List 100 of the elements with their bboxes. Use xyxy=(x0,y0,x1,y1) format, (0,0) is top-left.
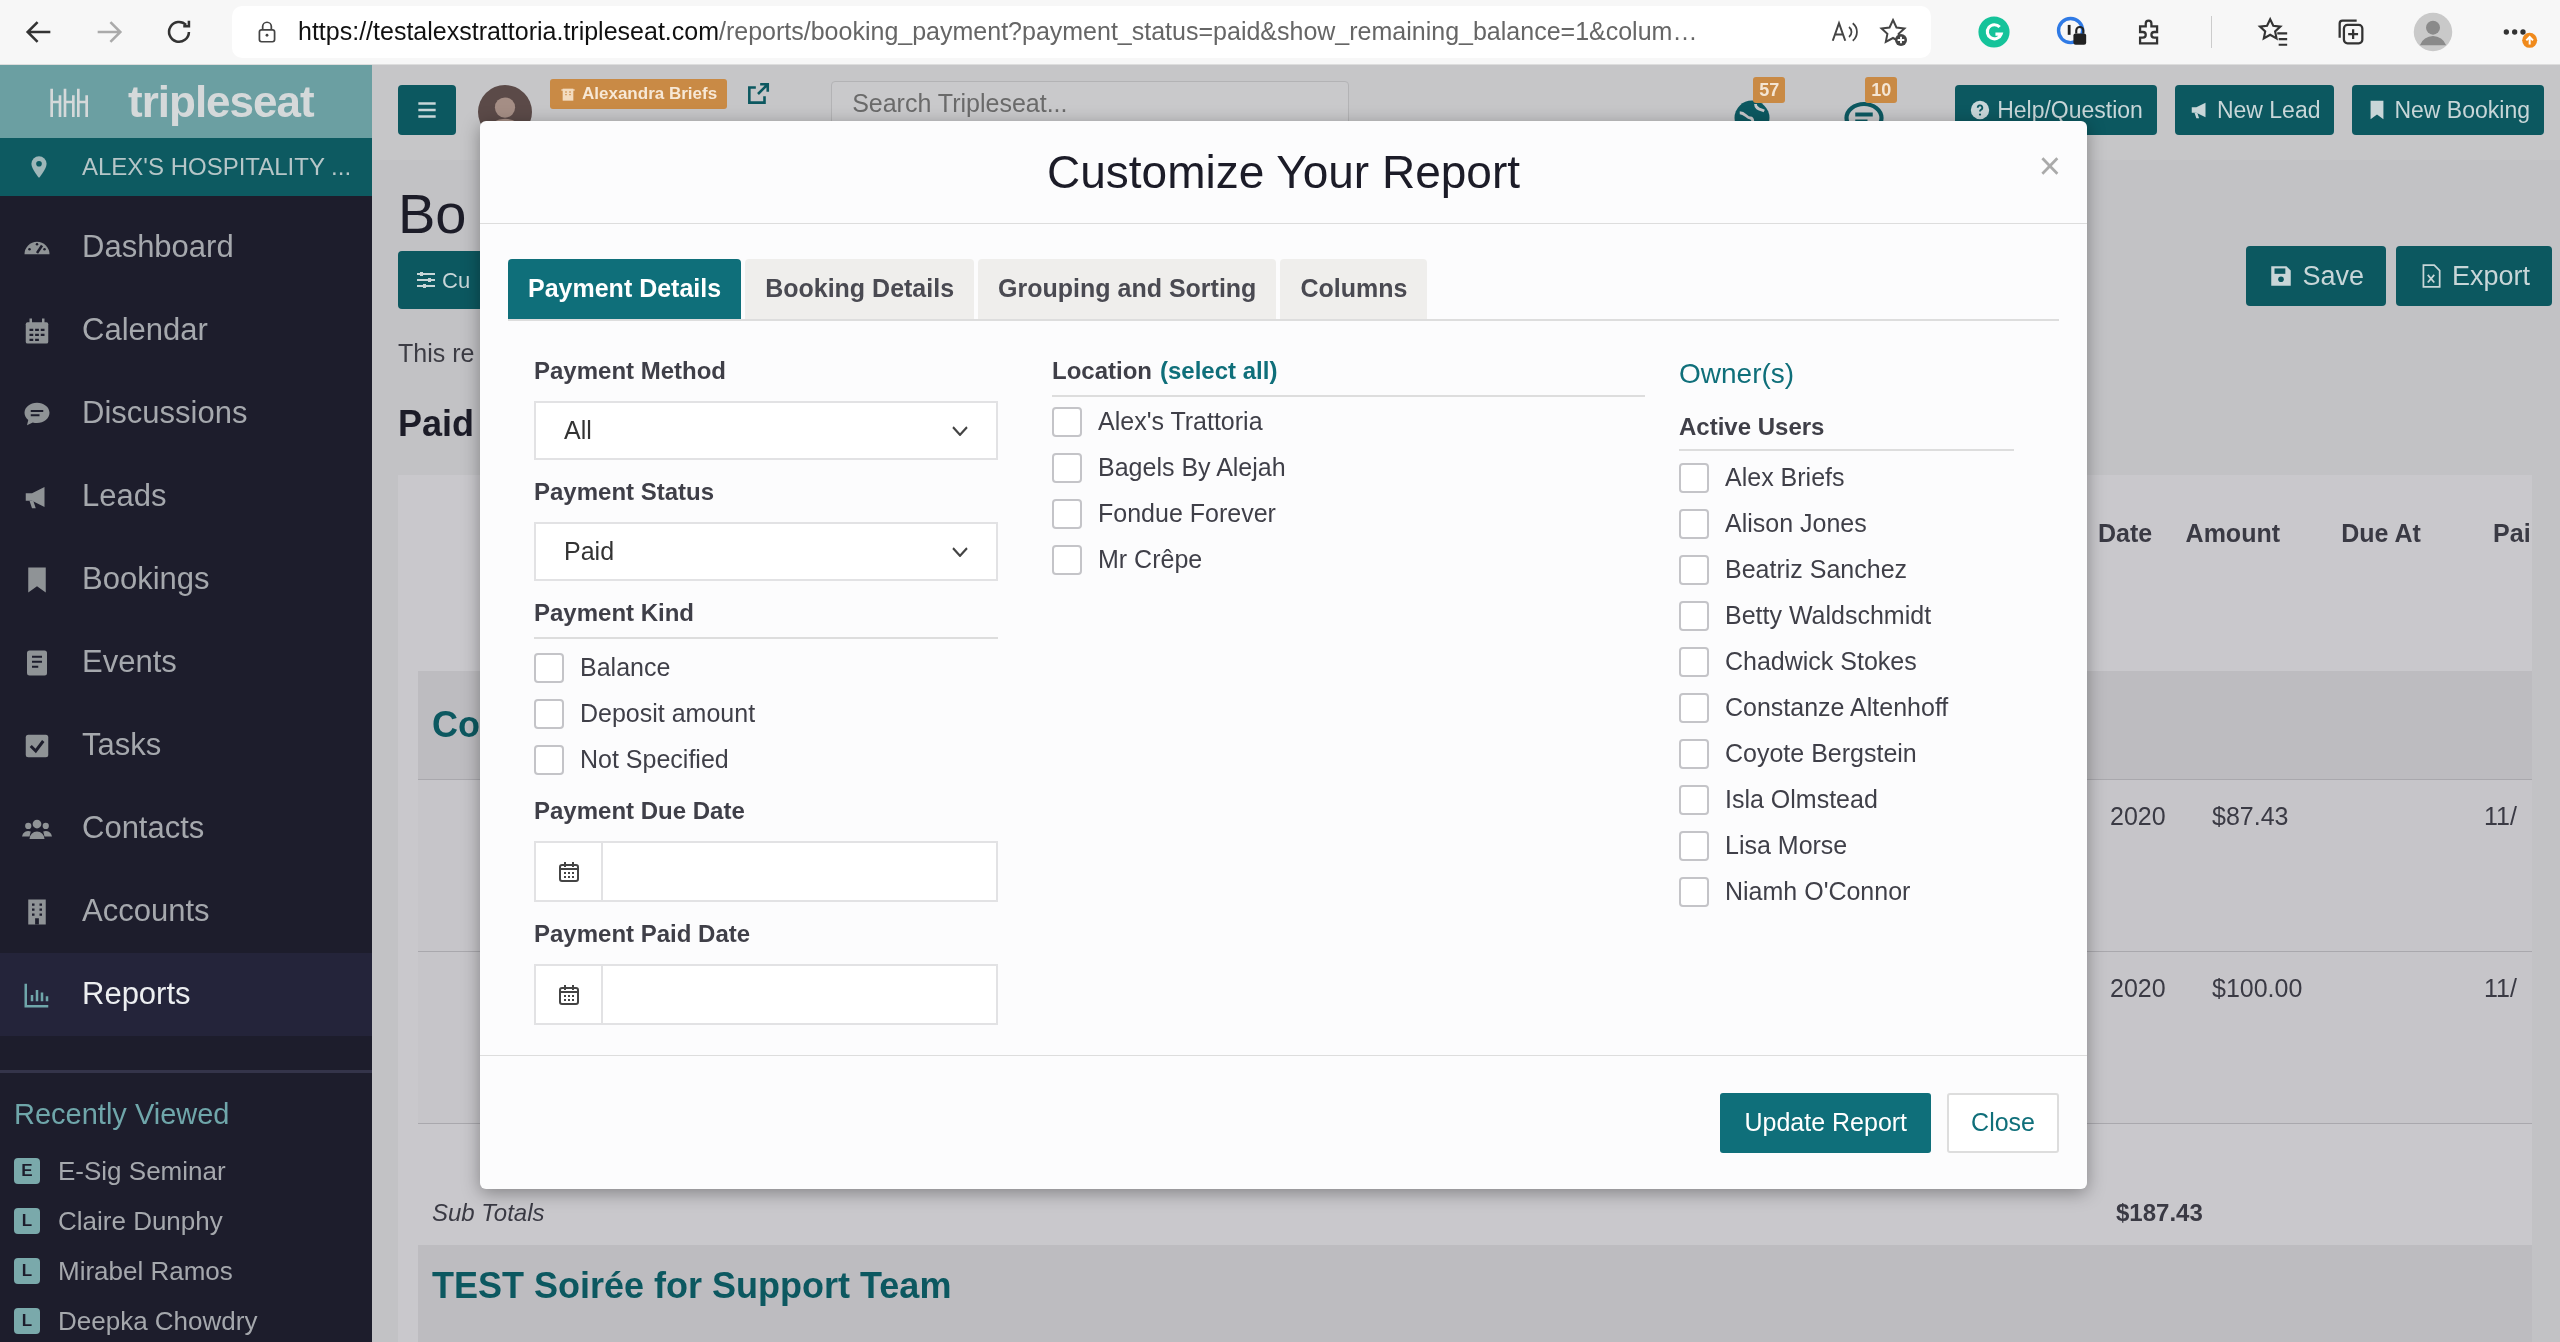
checkbox[interactable] xyxy=(1679,601,1709,631)
recent-link[interactable]: Deepka Chowdry xyxy=(58,1301,258,1341)
checkbox[interactable] xyxy=(1052,453,1082,483)
checkbox-label: Lisa Morse xyxy=(1725,830,1848,862)
type-badge: E xyxy=(14,1158,40,1184)
checkbox-label: Isla Olmstead xyxy=(1725,784,1878,816)
subtotal-amount: $187.43 xyxy=(2116,1197,2203,1228)
checkbox-label: Niamh O'Connor xyxy=(1725,876,1911,908)
favorite-add-icon[interactable] xyxy=(1877,16,1909,48)
checkbox[interactable] xyxy=(1679,831,1709,861)
checkbox-label: Chadwick Stokes xyxy=(1725,646,1917,678)
table-cell-text: 2020 xyxy=(2110,800,2167,832)
checkbox[interactable] xyxy=(534,699,564,729)
checkbox-label: Mr Crêpe xyxy=(1098,544,1203,576)
checkbox-label: Constanze Altenhoff xyxy=(1725,692,1949,724)
count-badge: 57 xyxy=(1753,77,1786,103)
checkbox[interactable] xyxy=(1679,463,1709,493)
checkbox-label: Deposit amount xyxy=(580,698,756,730)
column-header: Due At xyxy=(2341,517,2422,549)
checkbox-label: Betty Waldschmidt xyxy=(1725,600,1932,632)
chevron-down-icon xyxy=(952,425,968,436)
checkbox-label: Fondue Forever xyxy=(1098,498,1276,530)
type-badge: L xyxy=(14,1308,40,1334)
checkbox-label: Beatriz Sanchez xyxy=(1725,554,1908,586)
field-label: Payment Kind xyxy=(534,595,998,639)
tab[interactable]: Grouping and Sorting xyxy=(978,259,1277,319)
customize-button[interactable]: Cu xyxy=(398,251,480,310)
checkbox[interactable] xyxy=(1679,693,1709,723)
checkbox-label: Alex Briefs xyxy=(1725,462,1845,494)
dropdown[interactable]: Paid xyxy=(534,522,998,581)
table-cell-text: 11/ xyxy=(2484,972,2518,1004)
column-header: Amount xyxy=(2185,517,2281,549)
checkbox[interactable] xyxy=(1679,555,1709,585)
nav-item[interactable]: Dashboard xyxy=(0,206,372,290)
nav-item[interactable]: Leads xyxy=(0,455,372,539)
building-icon xyxy=(560,86,576,102)
favorites-icon[interactable] xyxy=(2256,15,2290,49)
nav-item[interactable]: Accounts xyxy=(0,870,372,954)
profile-icon[interactable] xyxy=(2412,11,2454,53)
nav-item[interactable]: Bookings xyxy=(0,538,372,622)
grammar-extension-icon[interactable] xyxy=(1977,15,2011,49)
update-report-button[interactable]: Update Report xyxy=(1720,1092,1932,1153)
location-selector[interactable]: ALEX'S HOSPITALITY ... xyxy=(0,138,372,197)
calendar-icon xyxy=(556,859,581,884)
menu-button[interactable] xyxy=(398,85,456,135)
checkbox[interactable] xyxy=(1052,407,1082,437)
group-title: Co xyxy=(432,702,480,747)
save-button[interactable]: Save xyxy=(2246,246,2386,306)
recent-link[interactable]: Mirabel Ramos xyxy=(58,1251,233,1291)
column-header: Date xyxy=(2098,517,2154,549)
tab[interactable]: Columns xyxy=(1280,259,1428,319)
export-button[interactable]: Export xyxy=(2395,246,2552,306)
external-link-icon[interactable] xyxy=(745,81,772,107)
section-heading: Owner(s) xyxy=(1679,357,1796,391)
checkbox[interactable] xyxy=(1052,545,1082,575)
checkbox[interactable] xyxy=(1679,739,1709,769)
date-field[interactable] xyxy=(534,841,998,902)
header-button[interactable]: New Lead xyxy=(2174,85,2335,135)
table-cell-text: $100.00 xyxy=(2211,972,2304,1004)
header-button[interactable]: New Booking xyxy=(2352,85,2544,135)
checkbox[interactable] xyxy=(534,745,564,775)
section-heading: Recently Viewed xyxy=(14,1096,231,1132)
field-label: Payment Status xyxy=(534,477,716,507)
tab[interactable]: Payment Details xyxy=(508,259,742,319)
checkbox[interactable] xyxy=(1679,785,1709,815)
checkbox-label: Balance xyxy=(580,652,671,684)
nav-item[interactable]: Discussions xyxy=(0,372,372,456)
checkbox-label: Coyote Bergstein xyxy=(1725,738,1917,770)
tab[interactable]: Booking Details xyxy=(745,259,975,319)
checkbox[interactable] xyxy=(1679,509,1709,539)
subtotal-label: Sub Totals xyxy=(431,1197,546,1228)
nav-item[interactable]: Tasks xyxy=(0,704,372,788)
nav-item[interactable]: Calendar xyxy=(0,289,372,373)
checkbox-label: Alison Jones xyxy=(1725,508,1867,540)
brand-name: tripleseat xyxy=(128,75,314,128)
dropdown[interactable]: All xyxy=(534,401,998,460)
nav-item[interactable]: Reports xyxy=(0,953,372,1037)
nav-item[interactable]: Events xyxy=(0,621,372,705)
type-badge: L xyxy=(14,1208,40,1234)
help-icon xyxy=(1969,99,1992,121)
checkbox[interactable] xyxy=(1679,647,1709,677)
calendar-icon xyxy=(556,982,581,1007)
count-badge: 10 xyxy=(1865,77,1898,103)
select-all-link[interactable]: (select all) xyxy=(1160,353,1278,389)
recent-link[interactable]: Claire Dunphy xyxy=(58,1201,223,1241)
nav-item[interactable]: Contacts xyxy=(0,787,372,871)
table-cell-text: $87.43 xyxy=(2211,800,2290,832)
section-title: Paid xyxy=(398,401,476,446)
field-label: Payment Due Date xyxy=(534,796,746,826)
checkbox[interactable] xyxy=(1679,877,1709,907)
table-cell-text: 11/ xyxy=(2484,800,2518,832)
date-field[interactable] xyxy=(534,964,998,1025)
group-title: TEST Soirée for Support Team xyxy=(432,1263,953,1308)
recent-link[interactable]: E-Sig Seminar xyxy=(58,1151,226,1191)
checkbox-label: Not Specified xyxy=(580,744,729,776)
checkbox[interactable] xyxy=(1052,499,1082,529)
address-bar[interactable]: https://testalexstrattoria.tripleseat.com/reports/booking_payment?payment_status=paid&show_remaining_balance=1&colum… xyxy=(232,6,1931,58)
checkbox[interactable] xyxy=(534,653,564,683)
dialog-title: Customize Your Report xyxy=(1047,144,1520,200)
close-button[interactable]: Close xyxy=(1947,1092,2059,1153)
